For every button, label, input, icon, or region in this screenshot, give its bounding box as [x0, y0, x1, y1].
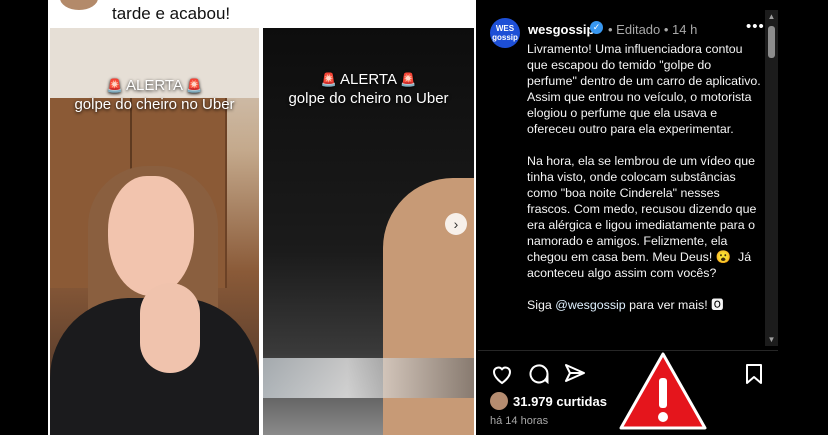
- scroll-up-icon[interactable]: ▲: [767, 12, 776, 21]
- verified-badge-icon: ✓: [590, 21, 603, 34]
- caption-paragraph-3: Siga @wesgossip para ver mais! 🅾: [527, 298, 723, 312]
- alert-caption-1: 🚨 ALERTA 🚨 golpe do cheiro no Uber: [50, 76, 259, 114]
- person-hands: [140, 283, 200, 373]
- caption-text: para ver mais! 🅾: [625, 298, 724, 312]
- alert-title: ALERTA: [340, 71, 397, 88]
- siren-icon: 🚨: [106, 78, 123, 93]
- siren-icon: 🚨: [186, 78, 203, 93]
- caption-paragraph-2: Na hora, ela se lembrou de um vídeo que …: [527, 154, 760, 280]
- caption-paragraph-1: Livramento! Uma influenciadora contou qu…: [527, 42, 764, 136]
- siren-icon: 🚨: [320, 72, 337, 87]
- light-streak: [263, 358, 474, 398]
- comment-icon[interactable]: [527, 362, 551, 386]
- post-header: tarde e acabou!: [48, 0, 476, 28]
- alert-title: ALERTA: [126, 77, 183, 94]
- warning-icon: [619, 352, 707, 430]
- post-timestamp[interactable]: há 14 horas: [490, 415, 548, 427]
- scroll-thumb[interactable]: [768, 26, 775, 58]
- scrollbar[interactable]: ▲ ▼: [765, 10, 778, 346]
- video-frame-1[interactable]: 🚨 ALERTA 🚨 golpe do cheiro no Uber: [50, 28, 259, 435]
- likes-avatar[interactable]: [490, 392, 508, 410]
- likes-count[interactable]: 31.979 curtidas: [513, 394, 607, 409]
- scroll-down-icon[interactable]: ▼: [767, 335, 776, 344]
- video-frame-2[interactable]: 🚨 ALERTA 🚨 golpe do cheiro no Uber ›: [263, 28, 474, 435]
- avatar-logo-text: WES gossip: [492, 24, 518, 42]
- share-icon[interactable]: [563, 362, 587, 386]
- mention-link[interactable]: @wesgossip: [555, 298, 625, 312]
- siren-icon: 🚨: [400, 72, 417, 87]
- alert-subtitle: golpe do cheiro no Uber: [74, 96, 235, 113]
- alert-subtitle: golpe do cheiro no Uber: [288, 90, 449, 107]
- username-link[interactable]: wesgossip: [528, 22, 594, 37]
- profile-avatar[interactable]: WES gossip: [490, 18, 520, 48]
- heart-icon[interactable]: [490, 362, 514, 386]
- bookmark-icon[interactable]: [742, 362, 766, 386]
- left-post-panel: tarde e acabou! 🚨 ALERTA 🚨 golpe do chei…: [48, 0, 476, 435]
- post-meta: • Editado • 14 h: [608, 22, 698, 37]
- more-options-icon[interactable]: •••: [746, 18, 765, 35]
- chevron-right-icon[interactable]: ›: [445, 213, 467, 235]
- alert-caption-2: 🚨 ALERTA 🚨 golpe do cheiro no Uber: [263, 70, 474, 108]
- avatar[interactable]: [60, 0, 98, 10]
- caption-text: Siga: [527, 298, 556, 312]
- person-face: [108, 176, 194, 296]
- post-caption: Livramento! Uma influenciadora contou qu…: [527, 41, 761, 313]
- post-header-text: tarde e acabou!: [112, 4, 231, 23]
